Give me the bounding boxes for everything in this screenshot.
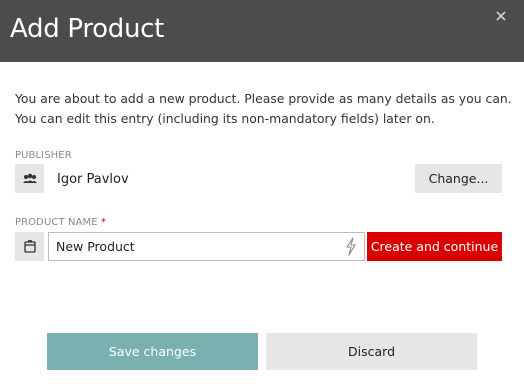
change-publisher-button[interactable]: Change...	[415, 164, 502, 193]
product-name-label: PRODUCT NAME *	[15, 217, 106, 228]
intro-line-1: You are about to add a new product. Plea…	[15, 91, 512, 106]
product-box-icon-glyph	[23, 240, 36, 253]
product-name-input[interactable]	[49, 233, 336, 260]
close-icon-glyph	[496, 11, 506, 21]
product-name-field	[48, 232, 365, 261]
lightning-bolt-icon-glyph	[346, 237, 356, 256]
publisher-name: Igor Pavlov	[57, 172, 129, 187]
users-icon	[15, 164, 44, 193]
create-and-continue-button[interactable]: Create and continue	[367, 232, 502, 261]
product-name-label-text: PRODUCT NAME	[15, 217, 98, 228]
dialog-title: Add Product	[10, 14, 165, 44]
intro-text: You are about to add a new product. Plea…	[15, 89, 515, 129]
close-icon[interactable]	[492, 8, 510, 26]
intro-line-2: You can edit this entry (including its n…	[15, 111, 435, 126]
dialog-header: Add Product	[0, 0, 524, 62]
lightning-bolt-icon[interactable]	[344, 237, 358, 256]
save-changes-button[interactable]: Save changes	[47, 333, 258, 370]
product-box-icon	[15, 232, 44, 261]
publisher-label: PUBLISHER	[15, 150, 72, 161]
users-icon-glyph	[22, 173, 37, 183]
discard-button[interactable]: Discard	[266, 333, 477, 370]
add-product-dialog: Add Product You are about to add a new p…	[0, 0, 524, 384]
required-marker: *	[100, 217, 106, 228]
